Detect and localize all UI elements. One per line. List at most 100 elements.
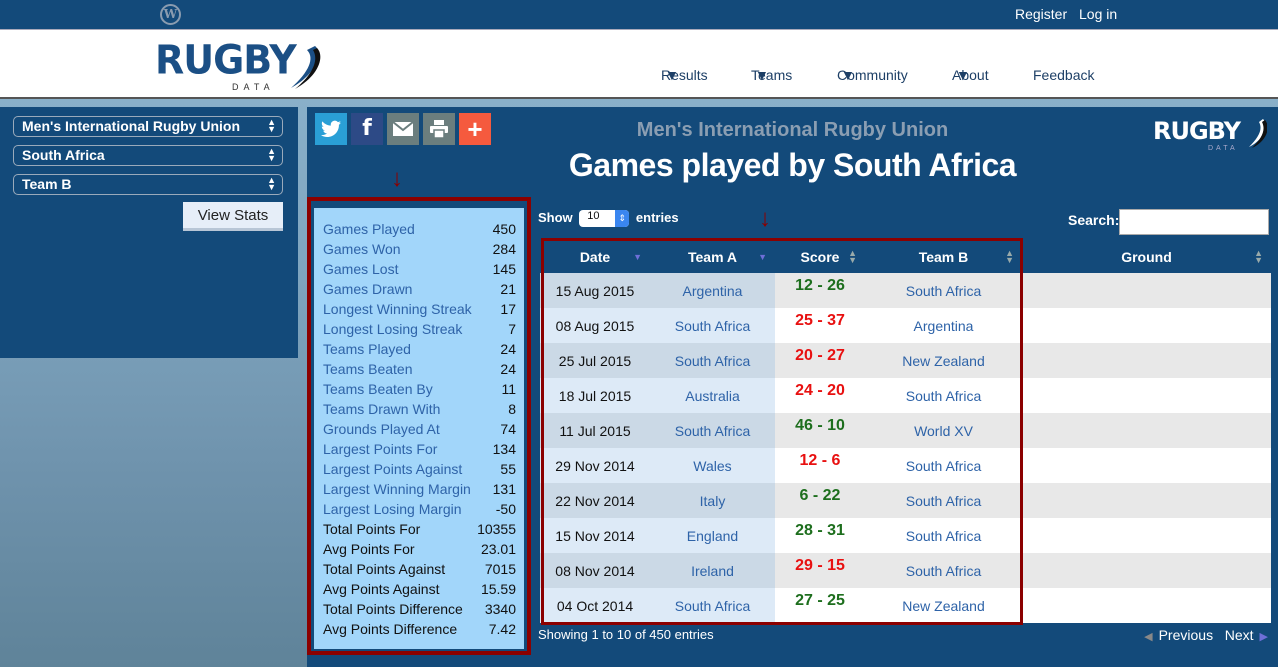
stat-label[interactable]: Teams Beaten bbox=[323, 361, 413, 377]
stat-value: 11 bbox=[501, 381, 516, 397]
team-select[interactable]: South Africa ▲ ▼ bbox=[13, 145, 283, 166]
stat-label[interactable]: Largest Points Against bbox=[323, 461, 462, 477]
team-b-cell[interactable]: South Africa bbox=[865, 483, 1022, 518]
team-b-cell[interactable]: South Africa bbox=[865, 378, 1022, 413]
competition-select[interactable]: Men's International Rugby Union ▲ ▼ bbox=[13, 116, 283, 137]
team-a-cell[interactable]: South Africa bbox=[650, 588, 775, 623]
team-a-cell[interactable]: South Africa bbox=[650, 413, 775, 448]
table-row: 22 Nov 2014 Italy 6 - 22 South Africa bbox=[540, 483, 1271, 518]
previous-button[interactable]: ◀ Previous bbox=[1144, 627, 1213, 643]
score-cell[interactable]: 12 - 26 bbox=[775, 273, 865, 308]
stat-value: 7015 bbox=[484, 561, 516, 577]
nav-label: Feedback bbox=[1033, 67, 1095, 83]
team-b-cell[interactable]: South Africa bbox=[865, 273, 1022, 308]
score-cell[interactable]: 24 - 20 bbox=[775, 378, 865, 413]
date-cell: 25 Jul 2015 bbox=[540, 343, 650, 378]
stat-value: 145 bbox=[492, 261, 516, 277]
team-a-cell[interactable]: Australia bbox=[650, 378, 775, 413]
ground-cell bbox=[1022, 308, 1271, 343]
header-label: Team A bbox=[687, 248, 737, 265]
date-cell: 08 Nov 2014 bbox=[540, 553, 650, 588]
stat-label[interactable]: Longest Losing Streak bbox=[323, 321, 462, 337]
stat-label: Avg Points Against bbox=[323, 581, 440, 597]
team-role-select[interactable]: Team B ▲ ▼ bbox=[13, 174, 283, 195]
header-label: Team B bbox=[918, 248, 969, 265]
column-header-score[interactable]: Score ▲ ▼ bbox=[775, 240, 865, 273]
stat-label[interactable]: Teams Beaten By bbox=[323, 381, 433, 397]
search-input[interactable] bbox=[1119, 209, 1269, 235]
ground-cell bbox=[1022, 448, 1271, 483]
team-b-cell[interactable]: World XV bbox=[865, 413, 1022, 448]
team-b-cell[interactable]: Argentina bbox=[865, 308, 1022, 343]
login-link[interactable]: Log in bbox=[1079, 6, 1117, 22]
stat-value: 450 bbox=[492, 221, 516, 237]
score-cell[interactable]: 6 - 22 bbox=[775, 483, 865, 518]
score-cell[interactable]: 12 - 6 bbox=[775, 448, 865, 483]
stat-row: Longest Losing Streak 7 bbox=[314, 320, 524, 340]
stat-label[interactable]: Games Lost bbox=[323, 261, 398, 277]
team-b-cell[interactable]: New Zealand bbox=[865, 343, 1022, 378]
games-table: Date ▼ Team A ▼ Score ▲ ▼ Team B ▲ ▼ Ground ▲ ▼ … bbox=[540, 240, 1271, 623]
view-stats-button[interactable]: View Stats bbox=[183, 202, 283, 231]
previous-label: Previous bbox=[1158, 627, 1214, 643]
team-b-cell[interactable]: South Africa bbox=[865, 553, 1022, 588]
stat-value: 17 bbox=[500, 301, 516, 317]
pagination: ◀ Previous Next ▶ bbox=[1144, 627, 1268, 643]
stat-label[interactable]: Teams Played bbox=[323, 341, 411, 357]
stat-label[interactable]: Largest Points For bbox=[323, 441, 437, 457]
team-a-cell[interactable]: South Africa bbox=[650, 308, 775, 343]
logo-sub: DATA bbox=[232, 82, 275, 92]
score-cell[interactable]: 46 - 10 bbox=[775, 413, 865, 448]
score-cell[interactable]: 27 - 25 bbox=[775, 588, 865, 623]
stat-row: Games Drawn 21 bbox=[314, 280, 524, 300]
spinner-arrows-icon: ⇕ bbox=[615, 210, 630, 228]
date-cell: 15 Aug 2015 bbox=[540, 273, 650, 308]
table-row: 04 Oct 2014 South Africa 27 - 25 New Zealan… bbox=[540, 588, 1271, 623]
score-cell[interactable]: 20 - 27 bbox=[775, 343, 865, 378]
stat-label[interactable]: Largest Winning Margin bbox=[323, 481, 471, 497]
stat-label[interactable]: Games Played bbox=[323, 221, 415, 237]
stat-label[interactable]: Grounds Played At bbox=[323, 421, 440, 437]
score-cell[interactable]: 25 - 37 bbox=[775, 308, 865, 343]
wordpress-icon[interactable]: W bbox=[160, 4, 181, 25]
select-value: Men's International Rugby Union bbox=[22, 118, 240, 134]
annotation-arrow-icon: ↓ bbox=[759, 205, 771, 232]
register-link[interactable]: Register bbox=[1015, 6, 1067, 22]
team-b-cell[interactable]: New Zealand bbox=[865, 588, 1022, 623]
stat-label[interactable]: Games Drawn bbox=[323, 281, 412, 297]
column-header-team-b[interactable]: Team B ▲ ▼ bbox=[865, 240, 1022, 273]
site-logo[interactable]: RUGBY DATA bbox=[155, 37, 325, 93]
stat-label[interactable]: Teams Drawn With bbox=[323, 401, 440, 417]
stat-value: 284 bbox=[492, 241, 516, 257]
ground-cell bbox=[1022, 483, 1271, 518]
stats-list: Games Played 450 Games Won 284 Games Lost 145… bbox=[314, 208, 524, 649]
stat-row: Longest Winning Streak 17 bbox=[314, 300, 524, 320]
team-b-cell[interactable]: South Africa bbox=[865, 448, 1022, 483]
stat-value: 134 bbox=[492, 441, 516, 457]
page-length-select[interactable]: 10 ⇕ bbox=[579, 210, 630, 228]
stat-label[interactable]: Largest Losing Margin bbox=[323, 501, 462, 517]
team-a-cell[interactable]: Argentina bbox=[650, 273, 775, 308]
score-cell[interactable]: 28 - 31 bbox=[775, 518, 865, 553]
team-b-cell[interactable]: South Africa bbox=[865, 518, 1022, 553]
stat-label[interactable]: Longest Winning Streak bbox=[323, 301, 472, 317]
stat-value: 7 bbox=[508, 321, 516, 337]
next-button[interactable]: Next ▶ bbox=[1225, 627, 1268, 643]
team-a-cell[interactable]: Ireland bbox=[650, 553, 775, 588]
stat-label[interactable]: Games Won bbox=[323, 241, 401, 257]
column-header-date[interactable]: Date ▼ bbox=[540, 240, 650, 273]
logo-word: RUGBY bbox=[1153, 117, 1241, 145]
column-header-team-a[interactable]: Team A ▼ bbox=[650, 240, 775, 273]
column-header-ground[interactable]: Ground ▲ ▼ bbox=[1022, 240, 1271, 273]
page-length-control: Show 10 ⇕ entries bbox=[538, 210, 679, 228]
team-a-cell[interactable]: South Africa bbox=[650, 343, 775, 378]
stat-value: 10355 bbox=[477, 521, 516, 537]
table-body: 15 Aug 2015 Argentina 12 - 26 South Africa 0… bbox=[540, 273, 1271, 623]
caret-down-icon: ▼ bbox=[755, 67, 769, 83]
score-cell[interactable]: 29 - 15 bbox=[775, 553, 865, 588]
stat-value: 21 bbox=[500, 281, 516, 297]
annotation-arrow-icon: ↓ bbox=[391, 165, 403, 192]
team-a-cell[interactable]: Italy bbox=[650, 483, 775, 518]
team-a-cell[interactable]: England bbox=[650, 518, 775, 553]
team-a-cell[interactable]: Wales bbox=[650, 448, 775, 483]
